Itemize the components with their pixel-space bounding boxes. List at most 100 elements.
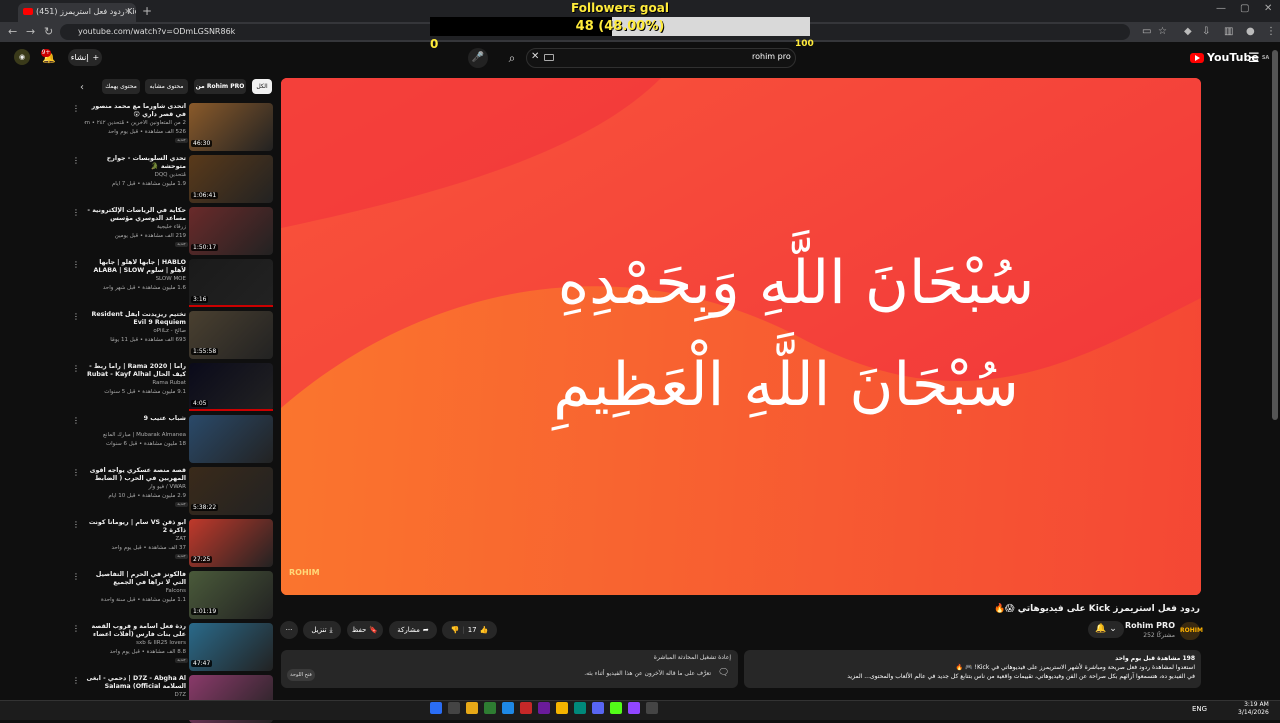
related-video-channel[interactable]: Falcons — [84, 588, 186, 594]
related-video-title[interactable]: D7Z - Abgha Al | دحمي - ابغى السلامة Sal… — [84, 675, 186, 691]
more-options-icon[interactable]: ⋮ — [72, 260, 80, 269]
cast-icon[interactable]: ▭ — [1142, 26, 1151, 37]
related-video-title[interactable]: أتحدى شاورما مع محمد منصور في قصر داري 😲 — [84, 103, 186, 119]
save-button[interactable]: حفظ 🔖 — [347, 621, 383, 639]
twitch-icon[interactable] — [628, 702, 640, 714]
more-options-icon[interactable]: ⋮ — [72, 312, 80, 321]
related-video-title[interactable]: تختيم ريزيدنت ايفل Resident Evil 9 Requi… — [84, 311, 186, 327]
like-icon[interactable]: 👍 — [480, 621, 489, 639]
keyboard-language[interactable]: ENG — [1192, 705, 1207, 713]
more-options-icon[interactable]: ⋮ — [72, 208, 80, 217]
more-options-icon[interactable]: ⋮ — [72, 624, 80, 633]
taskbar-app-icon[interactable] — [520, 702, 532, 714]
related-video-channel[interactable]: D7Z — [84, 692, 186, 698]
search-clear-icon[interactable]: ✕ — [531, 51, 539, 62]
chip-for-you[interactable]: محتوى يهمك — [102, 79, 140, 94]
more-options-icon[interactable]: ⋮ — [72, 104, 80, 113]
more-options-icon[interactable]: ⋮ — [72, 676, 80, 685]
voice-search-icon[interactable]: 🎤 — [468, 48, 488, 68]
tab-close-icon[interactable]: ✕ — [124, 3, 131, 20]
related-video-item[interactable]: راما | 2020 Rama | راما ربط - كيف الحال … — [68, 363, 274, 411]
like-dislike-bar[interactable]: 👎 | 17 👍 — [442, 621, 497, 639]
share-button[interactable]: مشاركة ➦ — [389, 621, 437, 639]
video-thumbnail[interactable] — [189, 415, 273, 463]
related-video-title[interactable]: ردة فعل أسامة و فروب القصة على بنات فارس… — [84, 623, 186, 639]
related-video-channel[interactable]: مُتحدين DQQ — [84, 172, 186, 178]
related-video-item[interactable]: أبو ذقن VS سام | ريومانا كونت ذاكرة 2 ZAT… — [68, 519, 274, 567]
related-video-item[interactable]: حكاية في الرياضات الإلكترونية - مساعد ال… — [68, 207, 274, 255]
channel-avatar[interactable]: ROHIM — [1180, 622, 1203, 640]
related-video-item[interactable]: HABLO | جابها لأهلو | جابها لأهلو | سلوم… — [68, 259, 274, 307]
create-button[interactable]: إنشاء + — [68, 49, 102, 66]
search-icon[interactable]: ⌕ — [500, 48, 524, 68]
related-video-title[interactable]: HABLO | جابها لأهلو | جابها لأهلو | سلوم… — [84, 259, 186, 275]
minimize-icon[interactable]: — — [1216, 3, 1226, 14]
related-video-title[interactable]: راما | 2020 Rama | راما ربط - كيف الحال … — [84, 363, 186, 379]
chips-scroll-left-icon[interactable]: ‹ — [80, 82, 84, 93]
more-options-icon[interactable]: ⋮ — [72, 572, 80, 581]
open-chat-panel-button[interactable]: فتح اللوحة — [287, 669, 315, 681]
related-video-item[interactable]: ردة فعل أسامة و فروب القصة على بنات فارس… — [68, 623, 274, 671]
related-video-item[interactable]: فالكونز في الحرم | التفاصيل التي لا تراه… — [68, 571, 274, 619]
page-scrollbar[interactable] — [1272, 50, 1278, 420]
dislike-icon[interactable]: 👎 — [451, 621, 460, 639]
download-button[interactable]: تنزيل ⤓ — [303, 621, 341, 639]
kick-icon[interactable] — [610, 702, 622, 714]
related-video-item[interactable]: شباب عتيب 9 Mubarak Almanea | مبارك المان… — [68, 415, 274, 463]
description-box[interactable]: 198 مشاهدة قبل يوم واحد استعدوا لمشاهدة … — [744, 650, 1201, 688]
more-options-icon[interactable]: ⋮ — [72, 364, 80, 373]
related-video-title[interactable]: أبو ذقن VS سام | ريومانا كونت ذاكرة 2 — [84, 519, 186, 535]
related-video-title[interactable]: قصة منصة عسكري يواجه أقوى المهربين في ال… — [84, 467, 186, 483]
taskbar-app-icon[interactable] — [574, 702, 586, 714]
more-actions-button[interactable]: ··· — [280, 621, 298, 639]
back-icon[interactable]: ← — [8, 25, 17, 38]
taskbar-search-icon[interactable] — [448, 702, 460, 714]
more-options-icon[interactable]: ⋮ — [72, 468, 80, 477]
related-video-channel[interactable]: Rama Rubat — [84, 380, 186, 386]
related-video-channel[interactable]: sxb & IIR25 lovers — [84, 640, 186, 646]
related-video-item[interactable]: قصة منصة عسكري يواجه أقوى المهربين في ال… — [68, 467, 274, 515]
chip-from-channel[interactable]: من Rohim PRO — [194, 79, 246, 94]
subscribed-bell-button[interactable]: 🔔 ⌄ — [1088, 621, 1124, 638]
related-video-channel[interactable]: Mubarak Almanea | مبارك المانع — [84, 432, 186, 438]
obs-icon[interactable] — [646, 702, 658, 714]
related-video-channel[interactable]: VWAR / فيو وار — [84, 484, 186, 490]
related-video-channel[interactable]: صالح - oPiiLz — [84, 328, 186, 334]
forward-icon[interactable]: → — [26, 25, 35, 38]
sidepanel-icon[interactable]: ▥ — [1224, 26, 1233, 37]
related-video-title[interactable]: فالكونز في الحرم | التفاصيل التي لا تراه… — [84, 571, 186, 587]
related-video-title[interactable]: شباب عتيب 9 — [84, 415, 186, 423]
more-options-icon[interactable]: ⋮ — [72, 156, 80, 165]
chip-all[interactable]: الكل — [252, 79, 272, 94]
taskbar-app-icon[interactable] — [538, 702, 550, 714]
related-video-channel[interactable]: ZAT — [84, 536, 186, 542]
related-video-item[interactable]: تحدي السلوبسات - جوارح متوحشة 🐊 مُتحدين D… — [68, 155, 274, 203]
more-options-icon[interactable]: ⋮ — [72, 520, 80, 529]
new-tab-button[interactable]: + — [142, 4, 152, 18]
taskbar-app-icon[interactable] — [484, 702, 496, 714]
discord-icon[interactable] — [592, 702, 604, 714]
downloads-icon[interactable]: ⇩ — [1202, 26, 1210, 37]
related-video-item[interactable]: تختيم ريزيدنت ايفل Resident Evil 9 Requi… — [68, 311, 274, 359]
more-options-icon[interactable]: ⋮ — [72, 416, 80, 425]
profile-icon[interactable]: ● — [1246, 26, 1255, 37]
keyboard-icon[interactable] — [544, 54, 554, 61]
related-video-item[interactable]: أتحدى شاورما مع محمد منصور في قصر داري 😲… — [68, 103, 274, 151]
related-video-title[interactable]: حكاية في الرياضات الإلكترونية - مساعد ال… — [84, 207, 186, 223]
chip-similar[interactable]: محتوى مشابه — [145, 79, 188, 94]
maximize-icon[interactable]: ▢ — [1240, 3, 1249, 14]
reload-icon[interactable]: ↻ — [44, 25, 53, 38]
related-video-channel[interactable]: SLOW MOE — [84, 276, 186, 282]
extension-icon[interactable]: ◆ — [1184, 26, 1192, 37]
account-avatar[interactable]: ◉ — [14, 49, 30, 65]
file-explorer-icon[interactable] — [466, 702, 478, 714]
related-video-channel[interactable]: 2 من المتعاونين الآخرين • مُتحدين ٢٤٢ • … — [84, 120, 186, 126]
window-close-icon[interactable]: ✕ — [1264, 3, 1272, 14]
chrome-icon[interactable] — [556, 702, 568, 714]
browser-tab[interactable]: (451) ردود فعل استريمرز Kick ✕ — [18, 3, 136, 22]
windows-start-icon[interactable] — [430, 702, 442, 714]
system-clock[interactable]: 3:19 AM 3/14/2026 — [1238, 701, 1269, 717]
guide-menu-icon[interactable]: ☰ — [1248, 51, 1260, 66]
related-video-channel[interactable]: زرقاء خليجية — [84, 224, 186, 230]
related-video-title[interactable]: تحدي السلوبسات - جوارح متوحشة 🐊 — [84, 155, 186, 171]
